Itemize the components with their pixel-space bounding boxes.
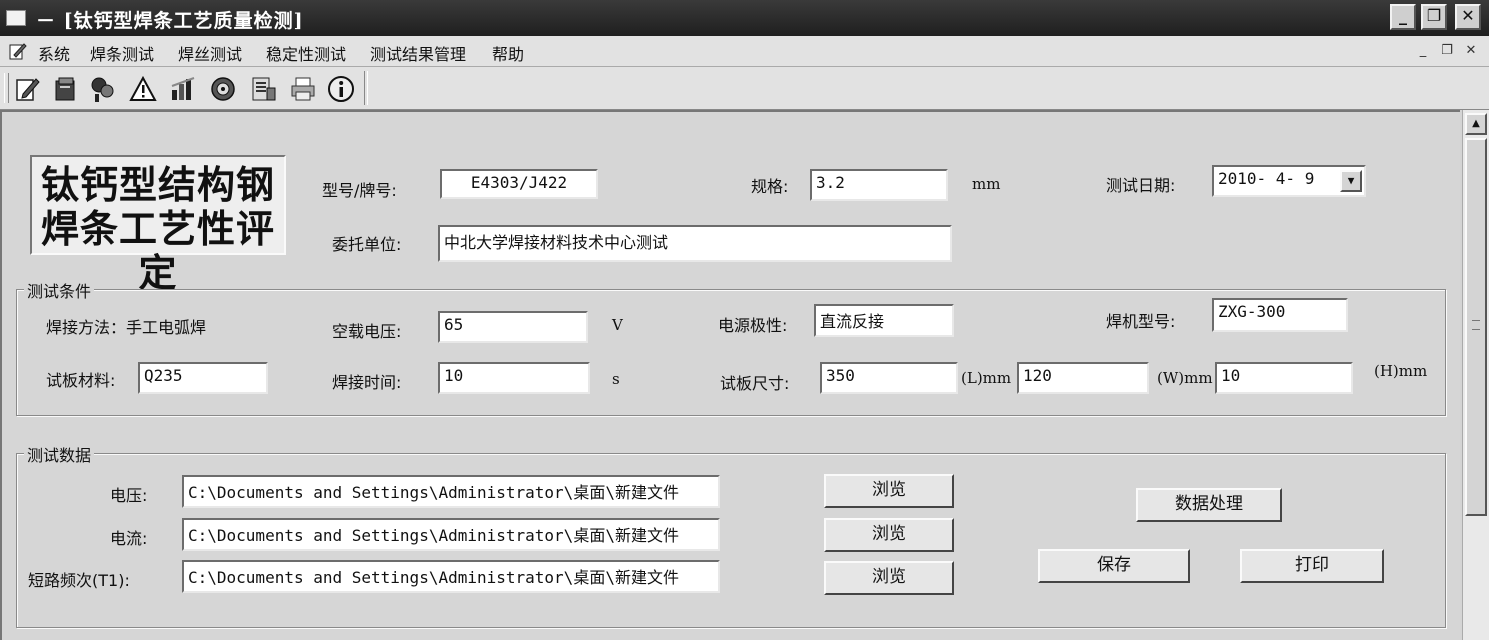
- voltage-file-label: 电压:: [110, 486, 148, 505]
- plate-size-label: 试板尺寸:: [720, 374, 790, 393]
- width-unit: (W)mm: [1157, 369, 1213, 387]
- mdi-minimize-button[interactable]: _: [1414, 43, 1432, 59]
- chart-icon[interactable]: [168, 74, 198, 104]
- warning-icon[interactable]: [128, 74, 158, 104]
- current-file-path[interactable]: C:\Documents and Settings\Administrator\…: [182, 518, 720, 551]
- mdi-document-icon[interactable]: [8, 41, 28, 61]
- date-label: 测试日期:: [1106, 176, 1176, 195]
- menu-help[interactable]: 帮助: [492, 41, 524, 65]
- model-label: 型号/牌号:: [322, 181, 397, 200]
- info-icon[interactable]: [326, 74, 356, 104]
- window-title: － [钛钙型焊条工艺质量检测]: [36, 10, 304, 32]
- vertical-scrollbar[interactable]: ▲: [1462, 110, 1489, 640]
- spec-field[interactable]: 3.2: [810, 169, 948, 201]
- polarity-field[interactable]: 直流反接: [814, 304, 954, 337]
- plate-length-field[interactable]: 350: [820, 362, 958, 394]
- record-icon[interactable]: [208, 74, 238, 104]
- date-value: 2010- 4- 9: [1218, 169, 1315, 188]
- title-bar[interactable]: － [钛钙型焊条工艺质量检测] _ ❐ ✕: [0, 0, 1489, 36]
- close-button[interactable]: ✕: [1455, 4, 1481, 30]
- document-icon[interactable]: [248, 74, 278, 104]
- polarity-label: 电源极性:: [718, 316, 788, 335]
- plate-material-field[interactable]: Q235: [138, 362, 268, 394]
- no-load-voltage-label: 空载电压:: [332, 322, 402, 341]
- print-icon[interactable]: [288, 74, 318, 104]
- client-unit-field[interactable]: 中北大学焊接材料技术中心测试: [438, 225, 952, 262]
- model-field[interactable]: E4303/J422: [440, 169, 598, 199]
- menu-bar: 系统 焊条测试 焊丝测试 稳定性测试 测试结果管理 帮助 _ ❐ ✕: [0, 36, 1489, 67]
- current-file-label: 电流:: [110, 529, 148, 548]
- app-window: － [钛钙型焊条工艺质量检测] _ ❐ ✕ 系统 焊条测试 焊丝测试 稳定性测试…: [0, 0, 1489, 640]
- welding-time-field[interactable]: 10: [438, 362, 590, 394]
- print-button[interactable]: 打印: [1240, 549, 1384, 583]
- welding-time-label: 焊接时间:: [332, 373, 402, 392]
- date-picker[interactable]: 2010- 4- 9 ▼: [1212, 165, 1366, 197]
- mdi-close-button[interactable]: ✕: [1462, 43, 1480, 59]
- plate-height-field[interactable]: 10: [1215, 362, 1353, 394]
- scroll-thumb[interactable]: [1465, 138, 1487, 516]
- menu-wire-test[interactable]: 焊丝测试: [178, 41, 242, 65]
- probe-icon[interactable]: [88, 74, 118, 104]
- menu-stability-test[interactable]: 稳定性测试: [266, 41, 346, 65]
- voltage-unit: V: [612, 316, 623, 334]
- scroll-up-button[interactable]: ▲: [1465, 113, 1487, 135]
- notebook-icon[interactable]: [50, 74, 80, 104]
- current-browse-button[interactable]: 浏览: [824, 518, 954, 552]
- voltage-browse-button[interactable]: 浏览: [824, 474, 954, 508]
- client-unit-label: 委托单位:: [332, 235, 402, 254]
- app-icon[interactable]: [6, 10, 26, 26]
- short-circuit-file-label: 短路频次(T1):: [28, 571, 130, 590]
- menu-result-management[interactable]: 测试结果管理: [370, 41, 466, 65]
- data-process-button[interactable]: 数据处理: [1136, 488, 1282, 522]
- dropdown-arrow-icon[interactable]: ▼: [1340, 170, 1362, 192]
- edit-icon[interactable]: [12, 74, 42, 104]
- test-conditions-title: 测试条件: [24, 278, 95, 302]
- test-data-title: 测试数据: [24, 442, 95, 466]
- menu-system[interactable]: 系统: [38, 41, 70, 65]
- save-button[interactable]: 保存: [1038, 549, 1190, 583]
- length-unit: (L)mm: [961, 369, 1012, 387]
- short-circuit-browse-button[interactable]: 浏览: [824, 561, 954, 595]
- mdi-restore-button[interactable]: ❐: [1438, 43, 1456, 59]
- short-circuit-file-path[interactable]: C:\Documents and Settings\Administrator\…: [182, 560, 720, 593]
- no-load-voltage-field[interactable]: 65: [438, 311, 588, 343]
- machine-model-field[interactable]: ZXG-300: [1212, 298, 1348, 332]
- toolbar-grip[interactable]: [4, 73, 9, 103]
- plate-width-field[interactable]: 120: [1017, 362, 1149, 394]
- welding-method-text: 焊接方法：手工电弧焊: [46, 318, 207, 337]
- voltage-file-path[interactable]: C:\Documents and Settings\Administrator\…: [182, 475, 720, 508]
- restore-button[interactable]: ❐: [1421, 4, 1447, 30]
- time-unit: s: [612, 370, 620, 388]
- toolbar-separator: [364, 71, 368, 105]
- menu-electrode-test[interactable]: 焊条测试: [90, 41, 154, 65]
- spec-label: 规格:: [751, 177, 789, 196]
- plate-material-label: 试板材料:: [46, 371, 116, 390]
- title-banner: 钛钙型结构钢 焊条工艺性评定: [30, 155, 286, 295]
- spec-unit: mm: [972, 175, 1001, 193]
- banner-line-1: 钛钙型结构钢: [40, 163, 275, 207]
- scroll-thumb-grip: [1472, 320, 1480, 330]
- minimize-button[interactable]: _: [1390, 4, 1416, 30]
- machine-model-label: 焊机型号:: [1106, 312, 1176, 331]
- height-unit: (H)mm: [1374, 362, 1428, 380]
- toolbar: [0, 67, 1489, 110]
